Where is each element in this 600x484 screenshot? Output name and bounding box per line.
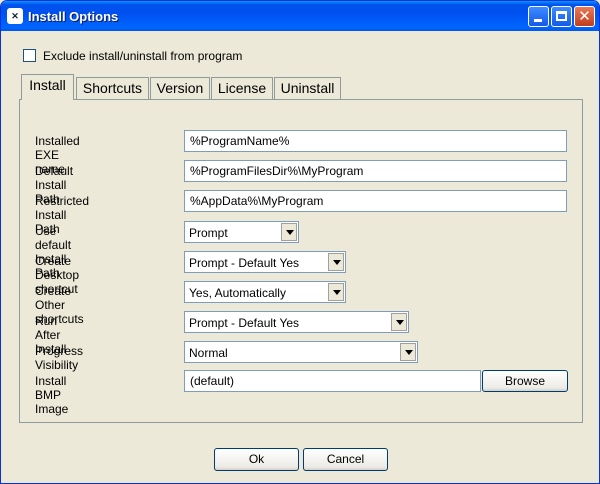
tab-install[interactable]: Install bbox=[21, 74, 74, 100]
desktop-shortcut-value: Prompt - Default Yes bbox=[189, 256, 300, 270]
ok-button[interactable]: Ok bbox=[214, 448, 299, 471]
maximize-button[interactable] bbox=[551, 6, 572, 27]
other-shortcuts-select[interactable]: Yes, Automatically bbox=[184, 281, 346, 303]
exclude-checkbox[interactable] bbox=[23, 49, 36, 62]
title-bar[interactable]: ✕ Install Options ✕ bbox=[1, 1, 599, 31]
tab-license[interactable]: License bbox=[211, 77, 273, 99]
desktop-shortcut-select[interactable]: Prompt - Default Yes bbox=[184, 251, 346, 273]
chevron-down-icon[interactable] bbox=[400, 343, 416, 361]
run-after-install-select[interactable]: Prompt - Default Yes bbox=[184, 311, 409, 333]
restricted-path-input[interactable]: %AppData%\MyProgram bbox=[184, 190, 567, 212]
maximize-icon bbox=[556, 11, 567, 21]
chevron-down-icon[interactable] bbox=[328, 283, 344, 301]
close-icon: ✕ bbox=[578, 7, 591, 25]
progress-visibility-value: Normal bbox=[189, 346, 228, 360]
run-after-install-value: Prompt - Default Yes bbox=[189, 316, 300, 330]
tab-shortcuts[interactable]: Shortcuts bbox=[76, 77, 149, 99]
minimize-button[interactable] bbox=[528, 6, 549, 27]
tab-version[interactable]: Version bbox=[150, 77, 210, 99]
other-shortcuts-value: Yes, Automatically bbox=[189, 286, 286, 300]
chevron-down-icon[interactable] bbox=[391, 313, 407, 331]
bmp-image-input[interactable]: (default) bbox=[184, 370, 481, 392]
progress-visibility-select[interactable]: Normal bbox=[184, 341, 418, 363]
tab-uninstall[interactable]: Uninstall bbox=[274, 77, 341, 99]
exclude-checkbox-label[interactable]: Exclude install/uninstall from program bbox=[43, 49, 242, 63]
use-default-path-value: Prompt bbox=[189, 226, 228, 240]
cancel-button[interactable]: Cancel bbox=[303, 448, 388, 471]
progress-visibility-label: Progress Visibility bbox=[35, 344, 84, 372]
chevron-down-icon[interactable] bbox=[328, 253, 344, 271]
minimize-icon bbox=[534, 19, 542, 22]
use-default-path-select[interactable]: Prompt bbox=[184, 221, 299, 243]
close-button[interactable]: ✕ bbox=[574, 6, 595, 27]
window-title: Install Options bbox=[28, 9, 119, 24]
chevron-down-icon[interactable] bbox=[281, 223, 297, 241]
default-path-input[interactable]: %ProgramFilesDir%\MyProgram bbox=[184, 160, 567, 182]
bmp-image-label: Install BMP Image bbox=[35, 374, 69, 416]
exe-name-input[interactable]: %ProgramName% bbox=[184, 130, 567, 152]
browse-button[interactable]: Browse bbox=[482, 370, 568, 392]
install-options-window: ✕ Install Options ✕ Exclude install/unin… bbox=[0, 0, 600, 484]
installer-app-icon: ✕ bbox=[7, 8, 23, 24]
